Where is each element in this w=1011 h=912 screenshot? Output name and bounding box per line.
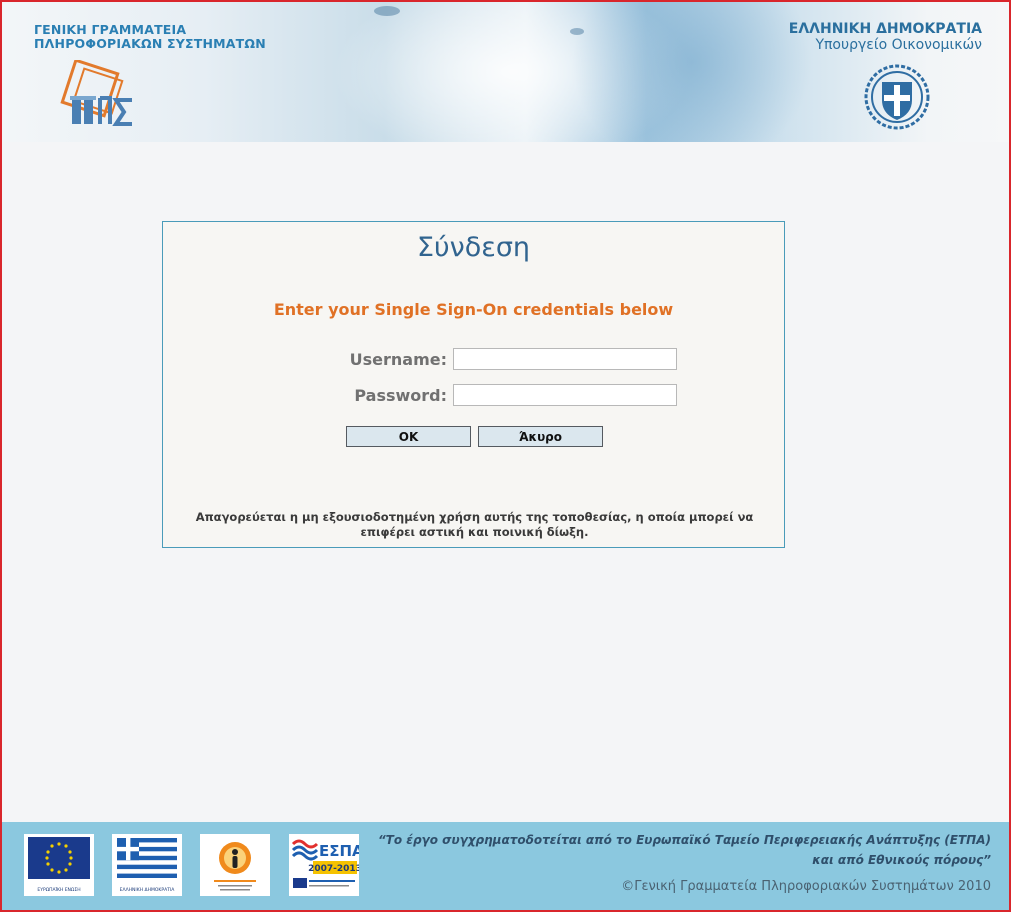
eu-logo: ΕΥΡΩΠΑΪΚΗ ΕΝΩΣΗ (24, 834, 94, 896)
header-decoration (374, 6, 400, 16)
login-panel: Σύνδεση Enter your Single Sign-On creden… (162, 221, 785, 548)
quote-line1: “Το έργο συγχρηματοδοτείται από το Ευρωπ… (377, 833, 991, 847)
page-frame: ΓΕΝΙΚΗ ΓΡΑΜΜΑΤΕΙΑ ΠΛΗΡΟΦΟΡΙΑΚΩΝ ΣΥΣΤΗΜΑΤ… (0, 0, 1011, 912)
warning-line2: επιφέρει αστική και ποινική δίωξη. (360, 525, 589, 539)
espa-text: ΕΣΠΑ (319, 842, 359, 860)
espa-logo: ΕΣΠΑ 2007-2013 (289, 834, 359, 896)
eu-flag-icon (28, 837, 90, 879)
greek-flag-icon (117, 838, 177, 878)
header-decoration (562, 2, 822, 142)
footer: ΕΥΡΩΠΑΪΚΗ ΕΝΩΣΗ ΕΛΛΗΝΙΚΗ ΔΗΜΟΚΡΑΤΙΑ ΕΣΠ … (2, 822, 1009, 910)
funding-statement: “Το έργο συγχρηματοδοτείται από το Ευρωπ… (378, 830, 991, 870)
digital-convergence-icon (214, 842, 256, 891)
unauthorized-use-warning: Απαγορεύεται η μη εξουσιοδοτημένη χρήση … (183, 510, 766, 540)
username-input[interactable] (453, 348, 677, 370)
password-input[interactable] (453, 384, 677, 406)
espa-years: 2007-2013 (308, 864, 359, 874)
ministry-name: ΕΛΛΗΝΙΚΗ ΔΗΜΟΚΡΑΤΙΑ Υπουργείο Οικονομικώ… (789, 21, 982, 53)
gsis-logo (60, 60, 132, 126)
header-decoration (570, 28, 584, 35)
copyright-notice: ©Γενική Γραμματεία Πληροφοριακών Συστημά… (621, 879, 991, 894)
digital-convergence-logo (200, 834, 270, 896)
cancel-button[interactable]: Άκυρο (478, 426, 603, 447)
login-instructions: Enter your Single Sign-On credentials be… (273, 300, 674, 319)
ok-button[interactable]: OK (346, 426, 471, 447)
org-left-line2: ΠΛΗΡΟΦΟΡΙΑΚΩΝ ΣΥΣΤΗΜΑΤΩΝ (34, 36, 266, 51)
warning-line1: Απαγορεύεται η μη εξουσιοδοτημένη χρήση … (195, 510, 754, 524)
greek-republic-logo: ΕΛΛΗΝΙΚΗ ΔΗΜΟΚΡΑΤΙΑ (112, 834, 182, 896)
org-right-line2: Υπουργείο Οικονομικών (815, 37, 982, 53)
org-right-line1: ΕΛΛΗΝΙΚΗ ΔΗΜΟΚΡΑΤΙΑ (788, 21, 982, 37)
quote-line2: και από Εθνικούς πόρους” (812, 853, 991, 867)
header-banner: ΓΕΝΙΚΗ ΓΡΑΜΜΑΤΕΙΑ ΠΛΗΡΟΦΟΡΙΑΚΩΝ ΣΥΣΤΗΜΑΤ… (2, 2, 1009, 142)
gr-caption: ΕΛΛΗΝΙΚΗ ΔΗΜΟΚΡΑΤΙΑ (119, 888, 175, 893)
gsis-org-name: ΓΕΝΙΚΗ ΓΡΑΜΜΑΤΕΙΑ ΠΛΗΡΟΦΟΡΙΑΚΩΝ ΣΥΣΤΗΜΑΤ… (34, 23, 266, 51)
eu-caption: ΕΥΡΩΠΑΪΚΗ ΕΝΩΣΗ (37, 888, 81, 893)
username-label: Username: (349, 350, 447, 369)
password-label: Password: (354, 386, 447, 405)
login-title: Σύνδεση (416, 232, 531, 263)
greek-emblem-icon (864, 64, 930, 130)
org-left-line1: ΓΕΝΙΚΗ ΓΡΑΜΜΑΤΕΙΑ (34, 22, 187, 37)
espa-icon: ΕΣΠΑ 2007-2013 (291, 839, 359, 888)
